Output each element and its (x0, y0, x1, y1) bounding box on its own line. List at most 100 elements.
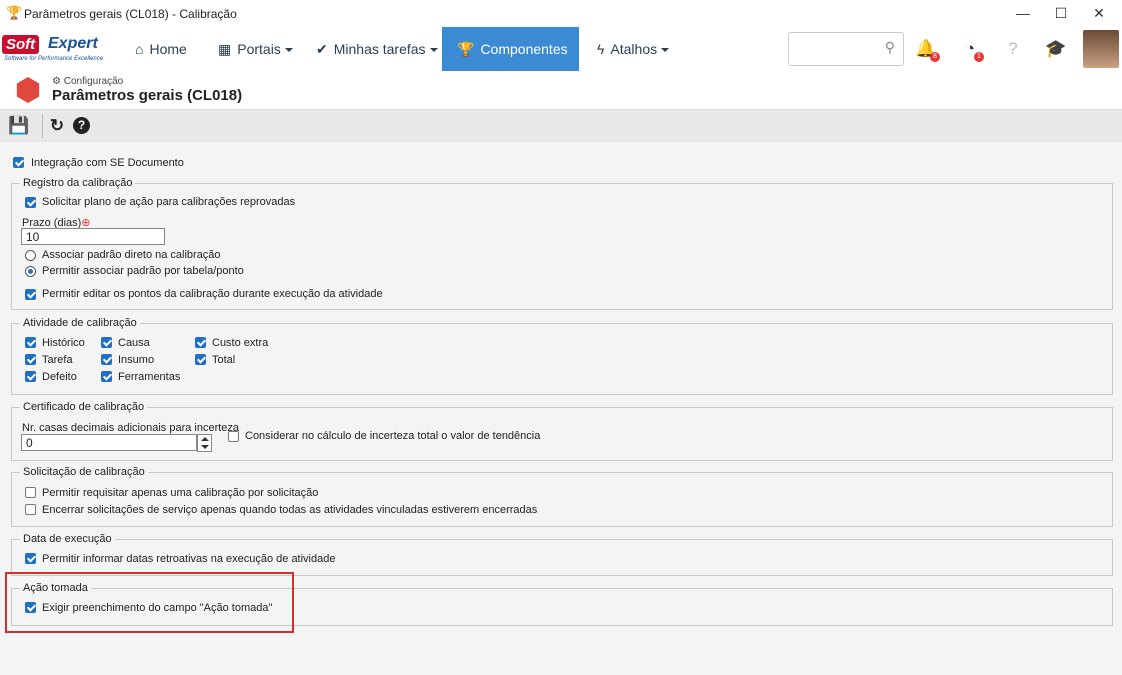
solicitar-plano-label: Solicitar plano de ação para calibrações… (42, 196, 296, 208)
encerrar-checkbox[interactable] (25, 504, 36, 515)
integracao-checkbox[interactable] (13, 157, 24, 168)
highlight-box (5, 572, 294, 633)
notifications-button[interactable]: 🔔 8 (914, 37, 940, 62)
encerrar-label: Encerrar solicitações de serviço apenas … (42, 504, 538, 516)
considerar-tendencia-checkbox[interactable] (228, 431, 239, 442)
nav-portais[interactable]: ▦ Portais (218, 27, 293, 71)
apenas-uma-checkbox[interactable] (25, 487, 36, 498)
logo-soft-text: Soft (2, 35, 40, 54)
total-label: Total (212, 354, 236, 366)
page-title: Parâmetros gerais (CL018) (52, 87, 243, 104)
help-icon[interactable]: ? (73, 117, 90, 134)
historico-label: Histórico (42, 337, 85, 349)
tarefa-checkbox[interactable] (25, 354, 36, 365)
assoc-direto-label: Associar padrão direto na calibração (42, 249, 221, 261)
solicitar-plano-checkbox[interactable] (25, 197, 36, 208)
help-button[interactable]: ? (1001, 37, 1025, 61)
registro-legend: Registro da calibração (20, 177, 136, 189)
window-title: Parâmetros gerais (CL018) - Calibração (24, 7, 237, 21)
settings-form: Integração com SE Documento Registro da … (0, 142, 1122, 675)
data-execucao-fieldset: Data de execução Permitir informar datas… (11, 533, 1113, 576)
save-icon[interactable]: 💾 (8, 116, 29, 136)
considerar-tendencia-label: Considerar no cálculo de incerteza total… (245, 430, 541, 442)
search-input[interactable]: ⚲ (788, 32, 904, 66)
breadcrumb-label: Configuração (63, 76, 124, 87)
ferramentas-label: Ferramentas (118, 371, 181, 383)
stepper-up-icon[interactable] (201, 437, 209, 441)
nav-portais-label: Portais (237, 41, 281, 57)
registro-fieldset: Registro da calibração Solicitar plano d… (11, 177, 1113, 310)
solicitacao-legend: Solicitação de calibração (20, 466, 148, 478)
alerts-badge: 1 (974, 52, 984, 62)
home-icon: ⌂ (135, 41, 144, 57)
nav-minhas-tarefas[interactable]: ✔ Minhas tarefas (316, 27, 438, 71)
window-titlebar: 🏆 Parâmetros gerais (CL018) - Calibração… (0, 0, 1122, 28)
top-navbar: Soft Expert Software for Performance Exc… (0, 27, 1122, 97)
tarefa-label: Tarefa (42, 354, 73, 366)
gear-icon: ⚙ (52, 76, 61, 87)
notifications-badge: 8 (930, 52, 940, 62)
user-avatar[interactable] (1083, 30, 1119, 68)
ferramentas-checkbox[interactable] (101, 371, 112, 382)
atividade-legend: Atividade de calibração (20, 317, 140, 329)
trophy-icon: 🏆 (6, 5, 23, 20)
defeito-label: Defeito (42, 371, 77, 383)
breadcrumb: ⚙ Configuração (52, 76, 123, 87)
casas-decimais-input[interactable]: 0 (21, 434, 197, 451)
editar-pontos-checkbox[interactable] (25, 289, 36, 300)
graduation-cap-icon: 🎓 (1045, 39, 1067, 58)
defeito-checkbox[interactable] (25, 371, 36, 382)
certificado-legend: Certificado de calibração (20, 401, 148, 413)
solicitacao-fieldset: Solicitação de calibração Permitir requi… (11, 466, 1113, 527)
checkmark-icon: ✔ (316, 41, 328, 57)
data-execucao-legend: Data de execução (20, 533, 115, 545)
nav-componentes[interactable]: 🏆 Componentes (442, 27, 579, 97)
nav-home-label: Home (149, 41, 187, 57)
stepper-down-icon[interactable] (201, 445, 209, 449)
insumo-checkbox[interactable] (101, 354, 112, 365)
chevron-down-icon (284, 48, 293, 53)
casas-decimais-label: Nr. casas decimais adicionais para incer… (22, 422, 240, 434)
editar-pontos-label: Permitir editar os pontos da calibração … (42, 288, 383, 300)
insumo-label: Insumo (118, 354, 155, 366)
assoc-tabela-label: Permitir associar padrão por tabela/pont… (42, 265, 244, 277)
toolbar-divider (42, 114, 43, 138)
page-header: ⚙ Configuração Parâmetros gerais (CL018) (0, 71, 1122, 109)
assoc-direto-radio[interactable] (25, 250, 36, 261)
retroativas-label: Permitir informar datas retroativas na e… (42, 553, 336, 565)
refresh-icon[interactable]: ↻ (47, 116, 67, 136)
alerts-button[interactable]: ◔ 1 (958, 37, 984, 62)
causa-checkbox[interactable] (101, 337, 112, 348)
total-checkbox[interactable] (195, 354, 206, 365)
logo-expert-text: Expert (48, 35, 98, 52)
toolbar: 💾 ↻ ? (0, 109, 1122, 143)
atividade-fieldset: Atividade de calibração Histórico Tarefa… (11, 317, 1113, 395)
certificado-fieldset: Certificado de calibração Nr. casas deci… (11, 401, 1113, 461)
apenas-uma-label: Permitir requisitar apenas uma calibraçã… (42, 487, 319, 499)
trophy-icon: 🏆 (457, 41, 475, 57)
assoc-tabela-radio[interactable] (25, 266, 36, 277)
nav-componentes-label: Componentes (480, 41, 568, 57)
nav-atalhos-label: Atalhos (610, 41, 658, 57)
causa-label: Causa (118, 337, 150, 349)
custo-extra-label: Custo extra (212, 337, 269, 349)
integracao-label: Integração com SE Documento (31, 157, 184, 169)
retroativas-checkbox[interactable] (25, 553, 36, 564)
chevron-down-icon (429, 48, 438, 53)
chevron-down-icon (661, 48, 670, 53)
casas-decimais-stepper[interactable] (197, 434, 212, 452)
calibration-module-icon (16, 77, 40, 103)
custo-extra-checkbox[interactable] (195, 337, 206, 348)
historico-checkbox[interactable] (25, 337, 36, 348)
nav-atalhos[interactable]: ϟ Atalhos (597, 27, 670, 71)
prazo-input[interactable]: 10 (21, 228, 165, 245)
softexpert-logo[interactable]: Soft Expert Software for Performance Exc… (2, 33, 116, 65)
lightning-icon: ϟ (597, 41, 605, 57)
logo-tagline: Software for Performance Excellence (4, 56, 104, 62)
nav-home[interactable]: ⌂ Home (135, 27, 187, 71)
grid-icon: ▦ (218, 41, 232, 57)
learning-button[interactable]: 🎓 (1044, 37, 1068, 61)
help-circle-icon: ? (1008, 39, 1018, 58)
close-button[interactable]: ✕ (1076, 0, 1122, 27)
search-icon[interactable]: ⚲ (885, 39, 895, 56)
